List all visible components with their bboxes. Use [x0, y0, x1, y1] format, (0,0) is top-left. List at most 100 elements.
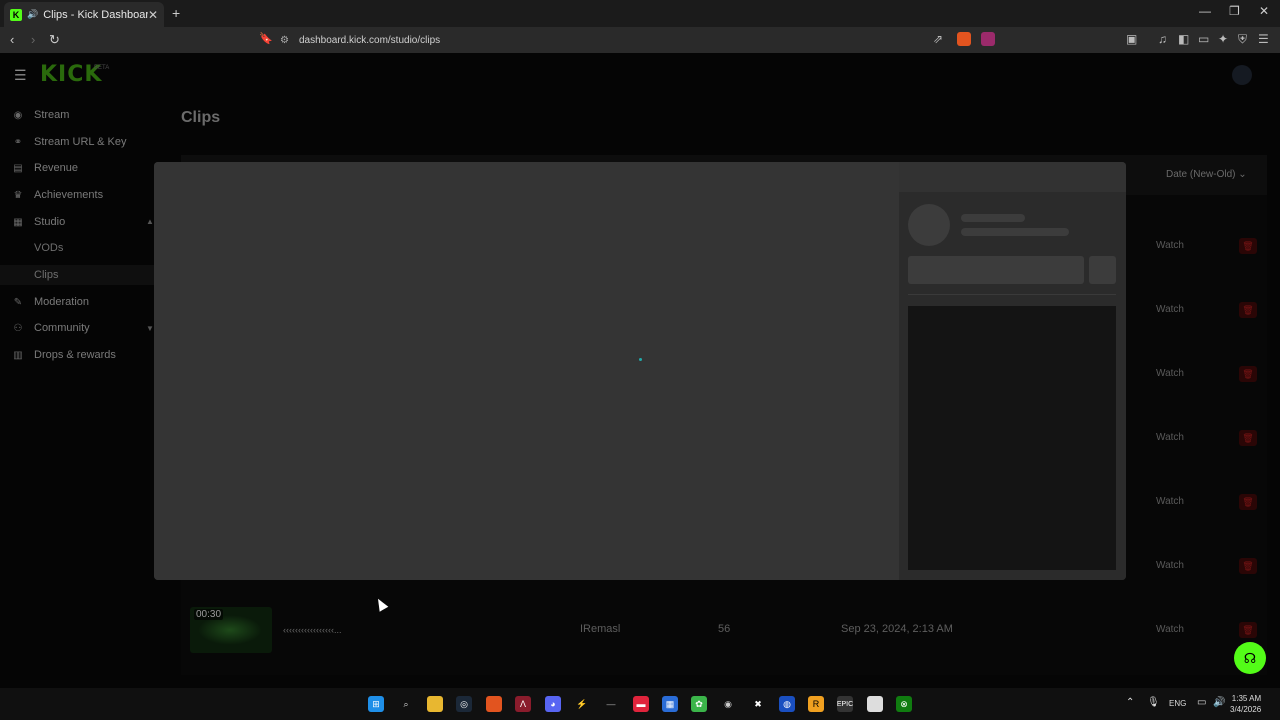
discord-icon[interactable]: ◕ [545, 696, 561, 712]
clip-title: ‹‹‹‹‹‹‹‹‹‹‹‹‹‹‹‹‹... [283, 625, 342, 635]
address-bar[interactable]: ⚙ dashboard.kick.com/studio/clips [280, 30, 1000, 50]
delete-icon[interactable]: 🗑 [1239, 558, 1257, 574]
delete-icon[interactable]: 🗑 [1239, 494, 1257, 510]
support-chat-icon[interactable]: ☊ [1234, 642, 1266, 674]
brave-shields-icon[interactable] [957, 32, 971, 46]
clip-video-player[interactable] [154, 162, 899, 580]
delete-icon[interactable]: 🗑 [1239, 238, 1257, 254]
gift-icon: ▥ [13, 349, 23, 361]
rockstar-icon[interactable]: R [808, 696, 824, 712]
reload-icon[interactable]: ↻ [49, 32, 60, 48]
minimize-button[interactable]: — [1199, 4, 1211, 18]
watch-button[interactable]: Watch [1156, 304, 1184, 315]
browser-tabbar: K 🔊 Clips - Kick Dashboard ✕ + — ❐ ✕ [0, 0, 1280, 27]
sidebar-item-studio[interactable]: ▦ Studio [12, 212, 65, 232]
delete-icon[interactable]: 🗑 [1239, 622, 1257, 638]
watch-button[interactable]: Watch [1156, 240, 1184, 251]
app-icon[interactable]: Λ [515, 696, 531, 712]
clip-player-modal [154, 162, 1126, 580]
leo-ai-icon[interactable]: ✦ [1218, 32, 1228, 46]
wallet-icon[interactable]: ▭ [1198, 32, 1209, 46]
chevron-down-icon[interactable]: ▼ [146, 324, 154, 333]
epic-games-icon[interactable]: EPIC [837, 696, 853, 712]
app-icon[interactable]: ✖ [750, 696, 766, 712]
search-icon[interactable]: ⌕ [398, 696, 414, 712]
share-icon[interactable]: ⇗ [933, 32, 943, 46]
clip-category: IRemasl [580, 623, 621, 635]
windows-start-icon[interactable]: ⊞ [368, 696, 384, 712]
reader-icon[interactable]: ▣ [1126, 32, 1137, 46]
browser-tab[interactable]: K 🔊 Clips - Kick Dashboard ✕ [4, 2, 164, 27]
back-icon[interactable]: ‹ [10, 32, 14, 47]
maximize-button[interactable]: ❐ [1229, 4, 1240, 18]
sidebar-item-label: Community [34, 322, 90, 334]
site-settings-icon[interactable]: ⚙ [280, 35, 289, 46]
sidebar-item-label: Studio [34, 216, 66, 228]
clip-duration: 00:30 [194, 609, 224, 620]
vpn-icon[interactable]: ⛨ [1238, 32, 1247, 47]
app-icon[interactable]: — [603, 696, 619, 712]
sidebar-item-vods[interactable]: VODs [34, 238, 63, 258]
sidebar-item-community[interactable]: ⚇ Community [12, 318, 90, 338]
app-icon[interactable] [867, 696, 883, 712]
xbox-icon[interactable]: ⊗ [896, 696, 912, 712]
wrench-icon: ✎ [13, 296, 23, 308]
brave-rewards-icon[interactable] [981, 32, 995, 46]
sidebar-item-label: Moderation [34, 296, 90, 308]
sidebar-item-stream[interactable]: ◉ Stream [12, 105, 70, 125]
app-icon[interactable]: ✿ [691, 696, 707, 712]
loading-spinner [639, 358, 642, 361]
dashboard-page: ☰ KICK BETA ◉ Stream ⚭ Stream URL & Key … [0, 53, 1280, 688]
close-window-button[interactable]: ✕ [1259, 4, 1269, 18]
brave-browser-icon[interactable] [486, 696, 502, 712]
bookmark-icon[interactable]: 🔖 [259, 32, 273, 45]
sort-dropdown[interactable]: Date (New-Old) ⌄ [1166, 169, 1247, 180]
forward-icon[interactable]: › [31, 32, 35, 47]
system-clock[interactable]: 1:35 AM 3/4/2026 [1230, 693, 1261, 715]
app-icon[interactable]: ▦ [662, 696, 678, 712]
sidebar-item-moderation[interactable]: ✎ Moderation [12, 292, 89, 312]
speaker-icon[interactable]: 🔊 [27, 9, 38, 20]
user-avatar[interactable] [1232, 65, 1252, 85]
app-icon[interactable]: ◍ [779, 696, 795, 712]
sidebar-item-drops-rewards[interactable]: ▥ Drops & rewards [12, 345, 116, 365]
sidebar-item-label: VODs [34, 242, 64, 254]
delete-icon[interactable]: 🗑 [1239, 366, 1257, 382]
sidebar-item-label: Drops & rewards [34, 349, 116, 361]
menu-icon[interactable]: ☰ [1258, 32, 1269, 46]
obs-icon[interactable]: ◉ [720, 696, 736, 712]
sidebar-item-clips[interactable]: Clips [0, 265, 160, 285]
media-icon[interactable]: ♫ [1158, 32, 1167, 46]
display-icon[interactable]: ▭ [1197, 697, 1206, 708]
microphone-icon[interactable]: 🎙 [1147, 697, 1160, 708]
watch-button[interactable]: Watch [1156, 432, 1184, 443]
sidebar-icon[interactable]: ◧ [1178, 32, 1189, 46]
clip-thumbnail[interactable]: 00:30 [190, 607, 272, 653]
revenue-icon: ▤ [13, 162, 23, 174]
app-icon[interactable]: ⚡ [574, 696, 590, 712]
delete-icon[interactable]: 🗑 [1239, 430, 1257, 446]
app-icon[interactable]: ▬ [633, 696, 649, 712]
steam-icon[interactable]: ◎ [456, 696, 472, 712]
watch-button[interactable]: Watch [1156, 368, 1184, 379]
tray-chevron-icon[interactable]: ⌃ [1126, 697, 1134, 708]
sidebar-item-achievements[interactable]: ♛ Achievements [12, 185, 104, 205]
chevron-up-icon[interactable]: ▲ [146, 217, 154, 226]
skeleton-header [899, 162, 1126, 192]
clock-date: 3/4/2026 [1230, 705, 1262, 714]
windows-taskbar: ⊞ ⌕ ◎ Λ ◕ ⚡ — ▬ ▦ ✿ ◉ ✖ ◍ R EPIC ⊗ ⌃ 🎙 E… [0, 688, 1280, 720]
language-indicator[interactable]: ENG [1169, 699, 1186, 708]
sidebar-item-stream-url-key[interactable]: ⚭ Stream URL & Key [12, 132, 127, 152]
tab-close-icon[interactable]: ✕ [148, 8, 158, 22]
new-tab-button[interactable]: + [172, 5, 180, 21]
community-icon: ⚇ [13, 322, 23, 334]
file-explorer-icon[interactable] [427, 696, 443, 712]
watch-button[interactable]: Watch [1156, 624, 1184, 635]
divider [908, 294, 1116, 295]
sidebar-item-revenue[interactable]: ▤ Revenue [12, 158, 78, 178]
hamburger-menu-icon[interactable]: ☰ [14, 67, 27, 84]
volume-icon[interactable]: 🔊 [1213, 697, 1225, 708]
watch-button[interactable]: Watch [1156, 560, 1184, 571]
watch-button[interactable]: Watch [1156, 496, 1184, 507]
delete-icon[interactable]: 🗑 [1239, 302, 1257, 318]
